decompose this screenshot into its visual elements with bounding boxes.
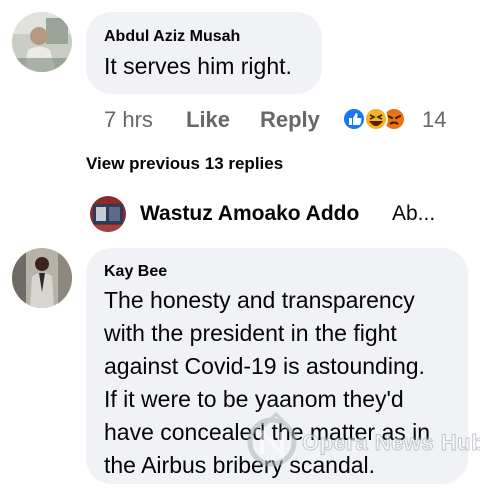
like-icon: [342, 107, 366, 131]
comment-author[interactable]: Kay Bee: [104, 263, 167, 281]
latest-reply-snippet: Ab...: [392, 202, 436, 225]
latest-reply-author[interactable]: Wastuz Amoako Addo: [140, 202, 359, 226]
comment-timestamp[interactable]: 7 hrs: [104, 107, 153, 133]
comment-actions: 7 hrs Like Reply 14: [104, 105, 454, 133]
like-button[interactable]: Like: [186, 107, 230, 133]
haha-icon: [364, 107, 388, 131]
reaction-count[interactable]: 14: [422, 107, 446, 133]
comment-line: against Covid-19 is astounding.: [104, 353, 425, 379]
avatar-abdul-aziz-musah[interactable]: [12, 12, 72, 72]
watermark-logo-icon: [247, 411, 297, 467]
opera-news-hub-watermark: Opera News Hub: [246, 408, 480, 478]
reaction-summary[interactable]: [340, 105, 412, 133]
watermark-text: Opera News Hub: [301, 430, 480, 456]
comment-line: The honesty and transparency: [104, 287, 415, 313]
avatar-wastuz-amoako-addo[interactable]: [90, 196, 126, 232]
comment-author[interactable]: Abdul Aziz Musah: [104, 28, 240, 46]
comment-line: with the president in the fight: [104, 320, 397, 346]
view-previous-replies-link[interactable]: View previous 13 replies: [86, 154, 283, 174]
comment-text: It serves him right.: [104, 53, 292, 79]
reply-button[interactable]: Reply: [260, 107, 320, 133]
latest-reply-preview[interactable]: Wastuz Amoako Addo Ab...: [90, 196, 470, 232]
avatar-kay-bee[interactable]: [12, 248, 72, 308]
